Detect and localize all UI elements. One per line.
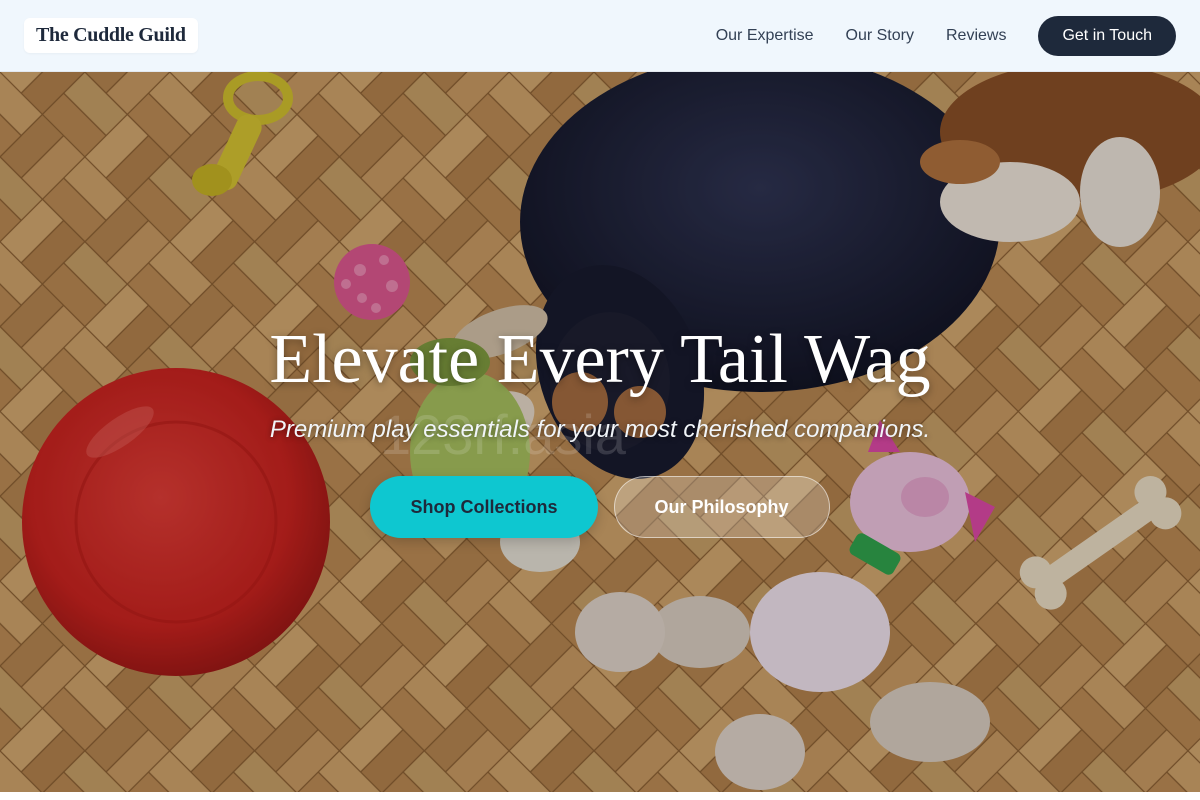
get-in-touch-button[interactable]: Get in Touch	[1038, 15, 1176, 56]
page-bottom-strip	[0, 792, 1200, 800]
brand-logo[interactable]: The Cuddle Guild	[24, 18, 198, 53]
hero-buttons: Shop Collections Our Philosophy	[0, 476, 1200, 538]
site-header: The Cuddle Guild Our Expertise Our Story…	[0, 0, 1200, 72]
nav-link-story[interactable]: Our Story	[846, 27, 914, 45]
hero-content: Elevate Every Tail Wag Premium play esse…	[0, 320, 1200, 538]
hero-title: Elevate Every Tail Wag	[269, 321, 931, 398]
hero-subtitle: Premium play essentials for your most ch…	[269, 416, 931, 443]
shop-collections-button[interactable]: Shop Collections	[370, 476, 598, 538]
hero-section: 123rf.asia Elevate Every Tail Wag Premiu…	[0, 72, 1200, 792]
our-philosophy-button[interactable]: Our Philosophy	[613, 476, 830, 538]
nav-link-reviews[interactable]: Reviews	[946, 27, 1006, 45]
main-nav: Our Expertise Our Story Reviews Get in T…	[716, 15, 1176, 56]
nav-link-expertise[interactable]: Our Expertise	[716, 27, 814, 45]
